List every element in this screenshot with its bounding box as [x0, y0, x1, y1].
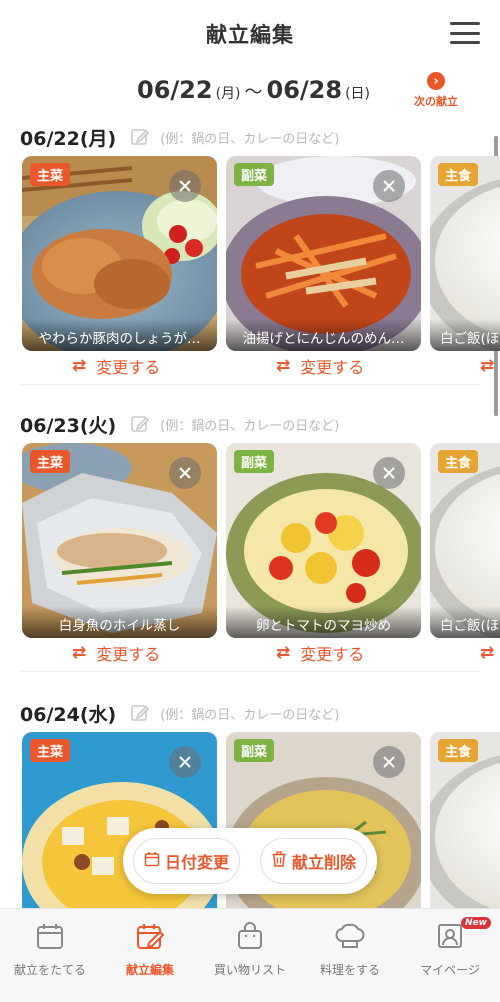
close-icon[interactable] — [373, 746, 405, 778]
dish-category-badge: 副菜 — [234, 450, 275, 473]
dish-carousel[interactable]: 主菜 やわらか豚肉のしょうが… 副菜 油揚げとにんじんのめん… 主食 白ご飯(ほ — [0, 156, 500, 356]
close-icon[interactable] — [373, 457, 405, 489]
shopping-bag-icon — [235, 921, 265, 951]
close-icon[interactable] — [373, 170, 405, 202]
change-date-label: 日付変更 — [165, 853, 230, 872]
floating-action-bar: 日付変更 献立削除 — [123, 828, 377, 894]
day-date: 06/23(火) — [20, 414, 117, 437]
dish-card[interactable]: 主食 白ご飯(ほ — [430, 443, 500, 638]
day-note-input[interactable]: (例：鍋の日、カレーの日など) — [160, 704, 339, 723]
week-separator: ～ — [244, 82, 263, 103]
tab-label: 献立をたてる — [13, 963, 86, 977]
tab-plan-menu[interactable]: 献立をたてる — [0, 909, 100, 1002]
pencil-icon[interactable] — [130, 703, 150, 723]
dish-carousel[interactable]: 主菜 白身魚のホイル蒸し 副菜 卵とトマトのマヨ炒め 主食 白ご飯(ほ — [0, 443, 500, 643]
dish-card[interactable]: 主菜 やわらか豚肉のしょうが… — [22, 156, 217, 351]
calendar-icon — [35, 921, 65, 951]
swap-icon: ⇄ — [276, 643, 291, 663]
tab-label: 買い物リスト — [213, 963, 286, 977]
swap-icon: ⇄ — [72, 356, 87, 376]
change-dish-button[interactable]: ⇄ — [480, 641, 500, 665]
dish-category-badge: 主食 — [438, 163, 479, 186]
dish-card[interactable]: 副菜 卵とトマトのマヨ炒め — [226, 443, 421, 638]
bottom-tab-bar: 献立をたてる 献立編集 買い物リスト 料理をする New マイページ — [0, 908, 500, 1002]
trash-icon — [271, 851, 287, 871]
dish-category-badge: 主菜 — [30, 739, 71, 762]
calendar-icon — [144, 851, 160, 871]
swap-icon: ⇄ — [480, 643, 495, 663]
day-header: 06/22(月) (例：鍋の日、カレーの日など) — [20, 122, 339, 152]
week-range-text: 06/22 (月) ～ 06/28 (日) — [137, 76, 374, 104]
chef-hat-icon — [335, 921, 365, 951]
tab-label: マイページ — [420, 963, 480, 977]
dish-name: 白身魚のホイル蒸し — [22, 606, 217, 638]
tab-my-page[interactable]: New マイページ — [400, 909, 500, 1002]
tab-cook[interactable]: 料理をする — [300, 909, 400, 1002]
tab-edit-menu[interactable]: 献立編集 — [100, 909, 200, 1002]
day-header: 06/23(火) (例：鍋の日、カレーの日など) — [20, 409, 339, 439]
dish-category-badge: 副菜 — [234, 739, 275, 762]
change-dish-button[interactable]: ⇄ 変更する — [72, 354, 160, 378]
change-dish-button[interactable]: ⇄ 変更する — [276, 641, 364, 665]
dish-name: 油揚げとにんじんのめん… — [226, 319, 421, 351]
swap-icon: ⇄ — [276, 356, 291, 376]
dish-category-badge: 主菜 — [30, 450, 71, 473]
app-header: 献立編集 — [0, 0, 500, 68]
dish-category-badge: 主食 — [438, 739, 479, 762]
change-label: 変更する — [96, 358, 161, 377]
dish-card[interactable]: 主菜 白身魚のホイル蒸し — [22, 443, 217, 638]
change-label: 変更する — [96, 645, 161, 664]
dish-category-badge: 主食 — [438, 450, 479, 473]
next-week-label: 次の献立 — [414, 95, 458, 108]
dish-card[interactable]: 副菜 油揚げとにんじんのめん… — [226, 156, 421, 351]
dish-name: 白ご飯(ほ — [430, 319, 500, 351]
delete-menu-label: 献立削除 — [291, 853, 356, 872]
dish-name: 卵とトマトのマヨ炒め — [226, 606, 421, 638]
day-header: 06/24(水) (例：鍋の日、カレーの日など) — [20, 698, 339, 728]
week-range: 06/22 (月) ～ 06/28 (日) › 次の献立 — [0, 72, 500, 112]
dish-name: 白ご飯(ほ — [430, 606, 500, 638]
dish-category-badge: 副菜 — [234, 163, 275, 186]
delete-menu-button[interactable]: 献立削除 — [259, 838, 367, 884]
dish-card[interactable]: 主食 — [430, 732, 500, 908]
mypage-icon — [435, 921, 465, 951]
page-title: 献立編集 — [206, 23, 294, 47]
tab-label: 料理をする — [319, 963, 380, 977]
close-icon[interactable] — [169, 170, 201, 202]
day-date: 06/22(月) — [20, 127, 117, 150]
week-end-dow: (日) — [345, 86, 370, 102]
change-dish-button[interactable]: ⇄ — [480, 354, 500, 378]
week-start-dow: (月) — [215, 86, 241, 102]
dish-name: やわらか豚肉のしょうが… — [22, 319, 217, 351]
week-end-date: 06/28 — [266, 76, 343, 104]
swap-icon: ⇄ — [480, 356, 495, 376]
close-icon[interactable] — [169, 746, 201, 778]
divider — [20, 671, 480, 672]
edit-calendar-icon — [135, 921, 165, 951]
week-start-date: 06/22 — [137, 76, 213, 104]
dish-category-badge: 主菜 — [30, 163, 71, 186]
tab-shopping-list[interactable]: 買い物リスト — [200, 909, 300, 1002]
close-icon[interactable] — [169, 457, 201, 489]
next-week-button[interactable]: › 次の献立 — [408, 72, 464, 110]
day-note-input[interactable]: (例：鍋の日、カレーの日など) — [160, 128, 339, 147]
pencil-icon[interactable] — [130, 414, 150, 434]
menu-icon[interactable] — [450, 22, 480, 44]
day-date: 06/24(水) — [20, 703, 117, 726]
tab-label: 献立編集 — [125, 963, 174, 977]
change-dish-button[interactable]: ⇄ 変更する — [72, 641, 160, 665]
swap-icon: ⇄ — [72, 643, 87, 663]
change-date-button[interactable]: 日付変更 — [133, 838, 241, 884]
chevron-right-icon: › — [427, 72, 445, 90]
day-note-input[interactable]: (例：鍋の日、カレーの日など) — [160, 415, 339, 434]
divider — [20, 384, 480, 385]
pencil-icon[interactable] — [130, 127, 150, 147]
dish-card[interactable]: 主食 白ご飯(ほ — [430, 156, 500, 351]
change-dish-button[interactable]: ⇄ 変更する — [276, 354, 364, 378]
change-label: 変更する — [300, 358, 365, 377]
change-label: 変更する — [300, 645, 365, 664]
new-badge: New — [461, 917, 491, 929]
